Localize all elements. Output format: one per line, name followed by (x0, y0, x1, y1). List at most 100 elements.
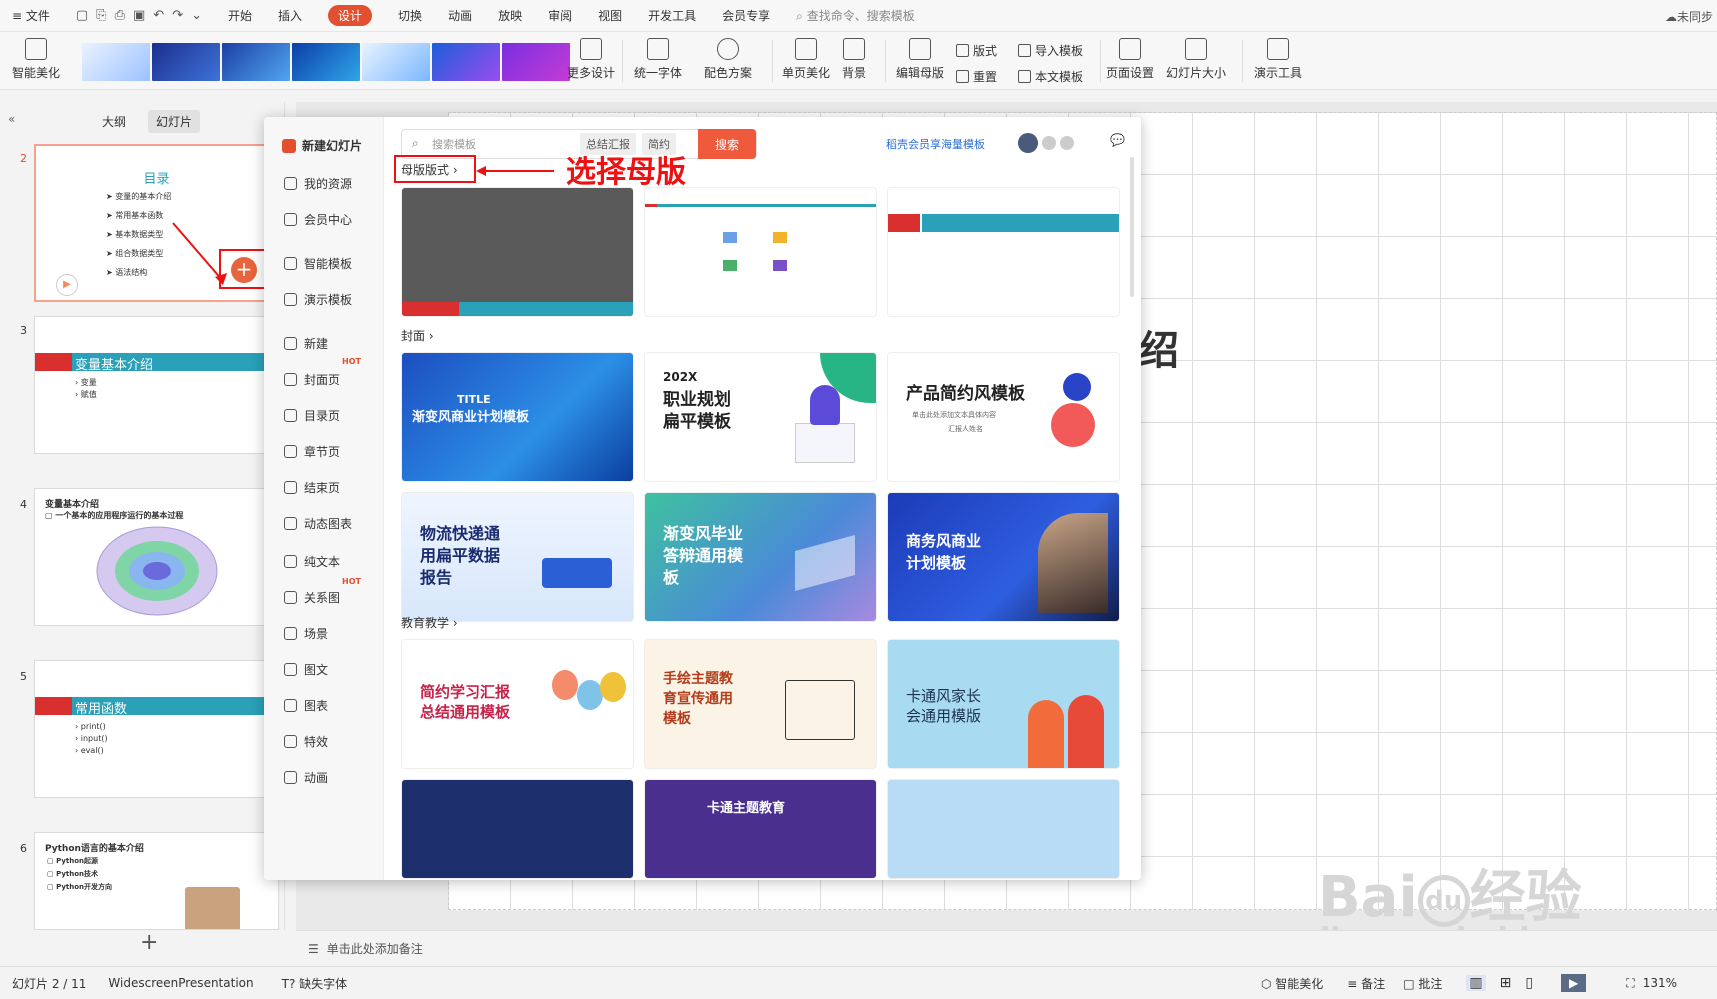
theme-thumbnail[interactable] (362, 43, 430, 81)
nav-item-animation[interactable]: 动画 (284, 769, 328, 786)
menu-insert[interactable]: 插入 (278, 7, 302, 24)
section-master-layout[interactable]: 母版版式 › (401, 161, 458, 178)
template-card[interactable]: 产品简约风模板 单击此处添加文本具体内容 汇报人姓名 (887, 352, 1120, 482)
nav-item-image-text[interactable]: 图文 (284, 661, 328, 678)
nav-item-member-center[interactable]: 会员中心 (284, 211, 352, 228)
color-scheme-button[interactable]: 配色方案 (704, 38, 752, 81)
template-card[interactable]: 商务风商业 计划模板 (887, 492, 1120, 622)
nav-item-new[interactable]: 新建 (284, 335, 328, 352)
background-button[interactable]: 背景 (842, 38, 866, 81)
nav-item-dynamic-chart[interactable]: 动态图表 (284, 515, 352, 532)
nav-item-toc[interactable]: 目录页 (284, 407, 340, 424)
preview-icon[interactable]: ▣ (133, 8, 145, 23)
tab-outline[interactable]: 大纲 (94, 110, 134, 133)
nav-item-scene[interactable]: 场景 (284, 625, 328, 642)
save-icon[interactable]: ▢ (76, 8, 88, 23)
theme-thumbnail[interactable] (152, 43, 220, 81)
menu-slideshow[interactable]: 放映 (498, 7, 522, 24)
unify-font-button[interactable]: 统一字体 (634, 38, 682, 81)
sorter-view-icon[interactable]: ⊞ (1500, 975, 1512, 991)
nav-item-effects[interactable]: 特效 (284, 733, 328, 750)
smart-beautify-status[interactable]: ⬡ 智能美化 (1261, 975, 1323, 992)
template-card[interactable]: TITLE 渐变风商业计划模板 (401, 352, 634, 482)
template-card[interactable]: 卡通风家长 会通用模版 (887, 639, 1120, 769)
section-education[interactable]: 教育教学 › (401, 614, 458, 631)
theme-thumbnail[interactable] (82, 43, 150, 81)
cloud-status[interactable]: ☁未同步 (1665, 8, 1713, 25)
template-card[interactable]: 物流快递通 用扁平数据 报告 (401, 492, 634, 622)
add-slide-plus-icon[interactable]: + (231, 257, 257, 283)
page-setup-button[interactable]: 页面设置 (1106, 38, 1154, 81)
nav-item-relation[interactable]: 关系图 (284, 589, 340, 606)
menu-developer[interactable]: 开发工具 (648, 7, 696, 24)
collapse-icon[interactable]: « (8, 112, 15, 126)
nav-item-cover[interactable]: 封面页 (284, 371, 340, 388)
missing-font[interactable]: T? 缺失字体 (282, 975, 348, 992)
nav-item-ending[interactable]: 结束页 (284, 479, 340, 496)
slide-thumbnail-4[interactable]: 变量基本介绍 ▢ 一个基本的应用程序运行的基本过程 (34, 488, 279, 626)
theme-thumbnail[interactable] (292, 43, 360, 81)
text-template-button[interactable]: 本文模板 (1018, 68, 1083, 85)
search-input[interactable]: 搜索模板 (402, 136, 580, 152)
theme-thumbnail[interactable] (222, 43, 290, 81)
section-cover[interactable]: 封面 › (401, 327, 434, 344)
message-icon[interactable]: 💬 (1110, 133, 1125, 147)
play-icon[interactable]: ▶ (56, 274, 78, 296)
master-layout-card[interactable] (644, 187, 877, 317)
add-slide-button[interactable]: + (140, 930, 158, 955)
notes-placeholder[interactable]: 单击此处添加备注 (327, 940, 423, 957)
theme-thumbnail[interactable] (502, 43, 570, 81)
slide-thumbnail-6[interactable]: Python语言的基本介绍 ▢ Python起源 ▢ Python技术 ▢ Py… (34, 832, 279, 930)
slide-thumbnail-3[interactable]: 变量基本介绍 › 变量 › 赋值 (34, 316, 279, 454)
menu-view[interactable]: 视图 (598, 7, 622, 24)
comment-toggle[interactable]: □ 批注 (1403, 975, 1442, 992)
master-layout-card[interactable] (401, 187, 634, 317)
command-search[interactable]: ⌕ 查找命令、搜索模板 (796, 7, 915, 24)
zoom-level[interactable]: 131% (1643, 976, 1677, 990)
single-beautify-button[interactable]: 单页美化 (782, 38, 830, 81)
theme-thumbnail[interactable] (432, 43, 500, 81)
reading-view-icon[interactable]: ▯ (1525, 975, 1533, 991)
search-button[interactable]: 搜索 (698, 129, 756, 159)
more-design-button[interactable]: 更多设计 (567, 38, 615, 81)
notes-toggle[interactable]: ≡ 备注 (1347, 975, 1385, 992)
master-layout-card[interactable] (887, 187, 1120, 317)
redo-icon[interactable]: ↷ (172, 8, 183, 23)
nav-item-chart[interactable]: 图表 (284, 697, 328, 714)
tab-slides[interactable]: 幻灯片 (148, 110, 201, 133)
member-link[interactable]: 稻壳会员享海量模板 (886, 136, 985, 152)
template-card[interactable] (887, 779, 1120, 879)
chevron-down-icon[interactable]: ⌄ (191, 8, 202, 23)
nav-item-presentation-template[interactable]: 演示模板 (284, 291, 352, 308)
nav-item-chapter[interactable]: 章节页 (284, 443, 340, 460)
normal-view-icon[interactable]: ▥ (1466, 975, 1486, 991)
present-tools-button[interactable]: 演示工具 (1254, 38, 1302, 81)
avatar[interactable] (1018, 133, 1038, 153)
nav-item-smart-template[interactable]: 智能模板 (284, 255, 352, 272)
menu-review[interactable]: 审阅 (548, 7, 572, 24)
play-slideshow-icon[interactable]: ▶ (1561, 974, 1587, 992)
template-card[interactable]: 卡通主题教育 (644, 779, 877, 879)
slide-thumbnail-5[interactable]: 常用函数 › print() › input() › eval() (34, 660, 279, 798)
menu-animation[interactable]: 动画 (448, 7, 472, 24)
template-card[interactable]: 渐变风毕业 答辩通用模 板 (644, 492, 877, 622)
fit-window-icon[interactable]: ⛶ (1626, 976, 1634, 991)
edit-master-button[interactable]: 编辑母版 (896, 38, 944, 81)
template-card[interactable]: 手绘主题教 育宣传通用 模板 (644, 639, 877, 769)
undo-icon[interactable]: ↶ (153, 8, 164, 23)
nav-item-plain-text[interactable]: 纯文本 (284, 553, 340, 570)
smart-beautify-button[interactable]: 智能美化 (12, 38, 60, 81)
export-icon[interactable]: ⎘ (96, 8, 106, 23)
menu-member[interactable]: 会员专享 (722, 7, 770, 24)
nav-item-my-resources[interactable]: 我的资源 (284, 175, 352, 192)
layout-button[interactable]: 版式 (956, 42, 997, 59)
template-card[interactable] (401, 779, 634, 879)
slide-size-button[interactable]: 幻灯片大小 (1166, 38, 1226, 81)
scrollbar[interactable] (1130, 157, 1134, 297)
menu-design[interactable]: 设计 (328, 5, 373, 26)
menu-start[interactable]: 开始 (228, 7, 252, 24)
file-menu[interactable]: ≡ 文件 (12, 7, 50, 24)
template-card[interactable]: 202X 职业规划 扁平模板 (644, 352, 877, 482)
import-template-button[interactable]: 导入模板 (1018, 42, 1083, 59)
reset-button[interactable]: 重置 (956, 68, 997, 85)
